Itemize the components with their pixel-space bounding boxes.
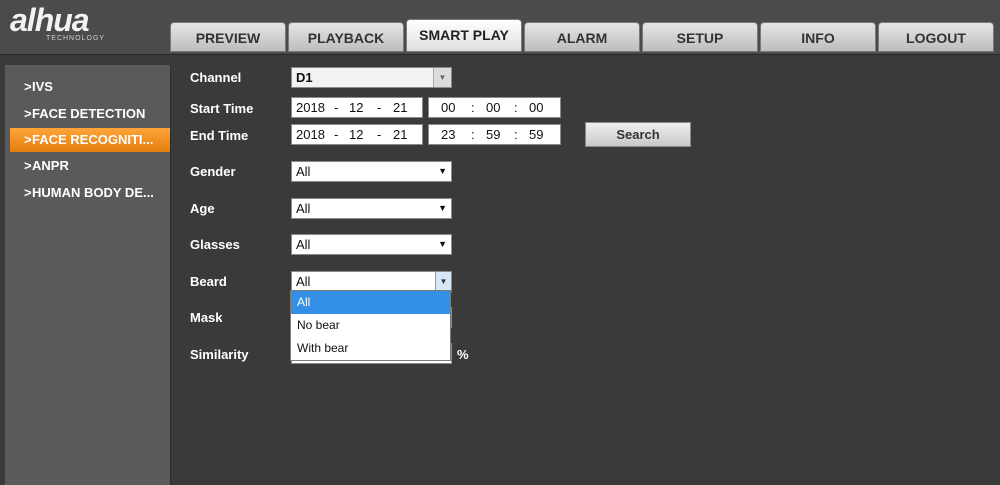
chevron-right-icon: > [24,158,32,173]
start-time-sep-1: : [471,100,475,115]
beard-option-with-beard[interactable]: With bear [291,337,450,360]
chevron-right-icon: > [24,79,32,94]
end-time-sep-2: : [514,127,518,142]
sidebar-item-label: ANPR [32,158,69,173]
tab-info[interactable]: INFO [760,22,876,52]
start-date-sep-2: - [377,100,382,115]
end-date-field[interactable]: 2018 - 12 - 21 [291,124,423,145]
sidebar: > IVS > FACE DETECTION > FACE RECOGNITI.… [5,65,171,485]
gender-label: Gender [190,164,236,179]
start-second: 00 [529,100,544,115]
end-time-field[interactable]: 23 : 59 : 59 [428,124,561,145]
sidebar-item-face-recognition[interactable]: > FACE RECOGNITI... [10,128,171,152]
sidebar-item-label: FACE DETECTION [32,106,146,121]
start-hour: 00 [441,100,456,115]
age-select[interactable]: All ▼ [291,198,452,219]
brand-sub: TECHNOLOGY [46,35,106,42]
sidebar-divider [170,65,171,485]
start-time-label: Start Time [190,101,254,116]
channel-select[interactable]: D1 ▼ [291,67,452,88]
sidebar-item-label: FACE RECOGNITI... [32,132,154,147]
beard-option-all[interactable]: All [291,291,450,314]
age-value: All [296,201,311,216]
tab-setup[interactable]: SETUP [642,22,758,52]
mask-label: Mask [190,310,223,325]
start-day: 21 [393,100,408,115]
tab-alarm[interactable]: ALARM [524,22,640,52]
gender-value: All [296,164,311,179]
beard-select[interactable]: All ▼ [291,271,452,292]
sidebar-item-label: HUMAN BODY DE... [32,185,154,200]
sidebar-item-label: IVS [32,79,53,94]
top-header: alhua TECHNOLOGY PREVIEW PLAYBACK SMART … [0,0,1000,55]
start-date-field[interactable]: 2018 - 12 - 21 [291,97,423,118]
start-time-field[interactable]: 00 : 00 : 00 [428,97,561,118]
similarity-unit: % [457,347,469,362]
end-date-sep-1: - [334,127,339,142]
channel-value: D1 [296,70,313,85]
end-date-sep-2: - [377,127,382,142]
sidebar-item-ivs[interactable]: > IVS [10,75,171,99]
beard-option-no-beard[interactable]: No bear [291,314,450,337]
chevron-right-icon: > [24,106,32,121]
sidebar-item-face-detection[interactable]: > FACE DETECTION [10,102,171,126]
start-month: 12 [349,100,364,115]
channel-label: Channel [190,70,242,85]
chevron-down-icon[interactable]: ▼ [435,272,451,291]
chevron-right-icon: > [24,185,32,200]
end-time-sep-1: : [471,127,475,142]
brand-logo: alhua [10,2,90,38]
glasses-value: All [296,237,311,252]
start-time-sep-2: : [514,100,518,115]
end-second: 59 [529,127,544,142]
age-label: Age [190,201,215,216]
end-minute: 59 [486,127,501,142]
chevron-down-icon: ▼ [438,203,447,213]
end-day: 21 [393,127,408,142]
chevron-down-icon: ▼ [438,166,447,176]
beard-dropdown-list: All No bear With bear [290,290,451,361]
search-button[interactable]: Search [585,122,691,147]
similarity-label: Similarity [190,347,249,362]
beard-label: Beard [190,274,227,289]
tab-logout[interactable]: LOGOUT [878,22,994,52]
glasses-select[interactable]: All ▼ [291,234,452,255]
start-minute: 00 [486,100,501,115]
tab-playback[interactable]: PLAYBACK [288,22,404,52]
beard-value: All [296,274,311,289]
end-time-label: End Time [190,128,249,143]
sidebar-item-human-body-detection[interactable]: > HUMAN BODY DE... [10,181,171,205]
end-month: 12 [349,127,364,142]
tab-smart-play[interactable]: SMART PLAY [406,19,522,52]
end-hour: 23 [441,127,456,142]
gender-select[interactable]: All ▼ [291,161,452,182]
sidebar-item-anpr[interactable]: > ANPR [10,154,171,178]
end-year: 2018 [296,127,325,142]
chevron-down-icon: ▼ [438,239,447,249]
start-year: 2018 [296,100,325,115]
chevron-down-icon[interactable]: ▼ [433,68,451,87]
glasses-label: Glasses [190,237,240,252]
tab-preview[interactable]: PREVIEW [170,22,286,52]
chevron-right-icon: > [24,132,32,147]
start-date-sep-1: - [334,100,339,115]
